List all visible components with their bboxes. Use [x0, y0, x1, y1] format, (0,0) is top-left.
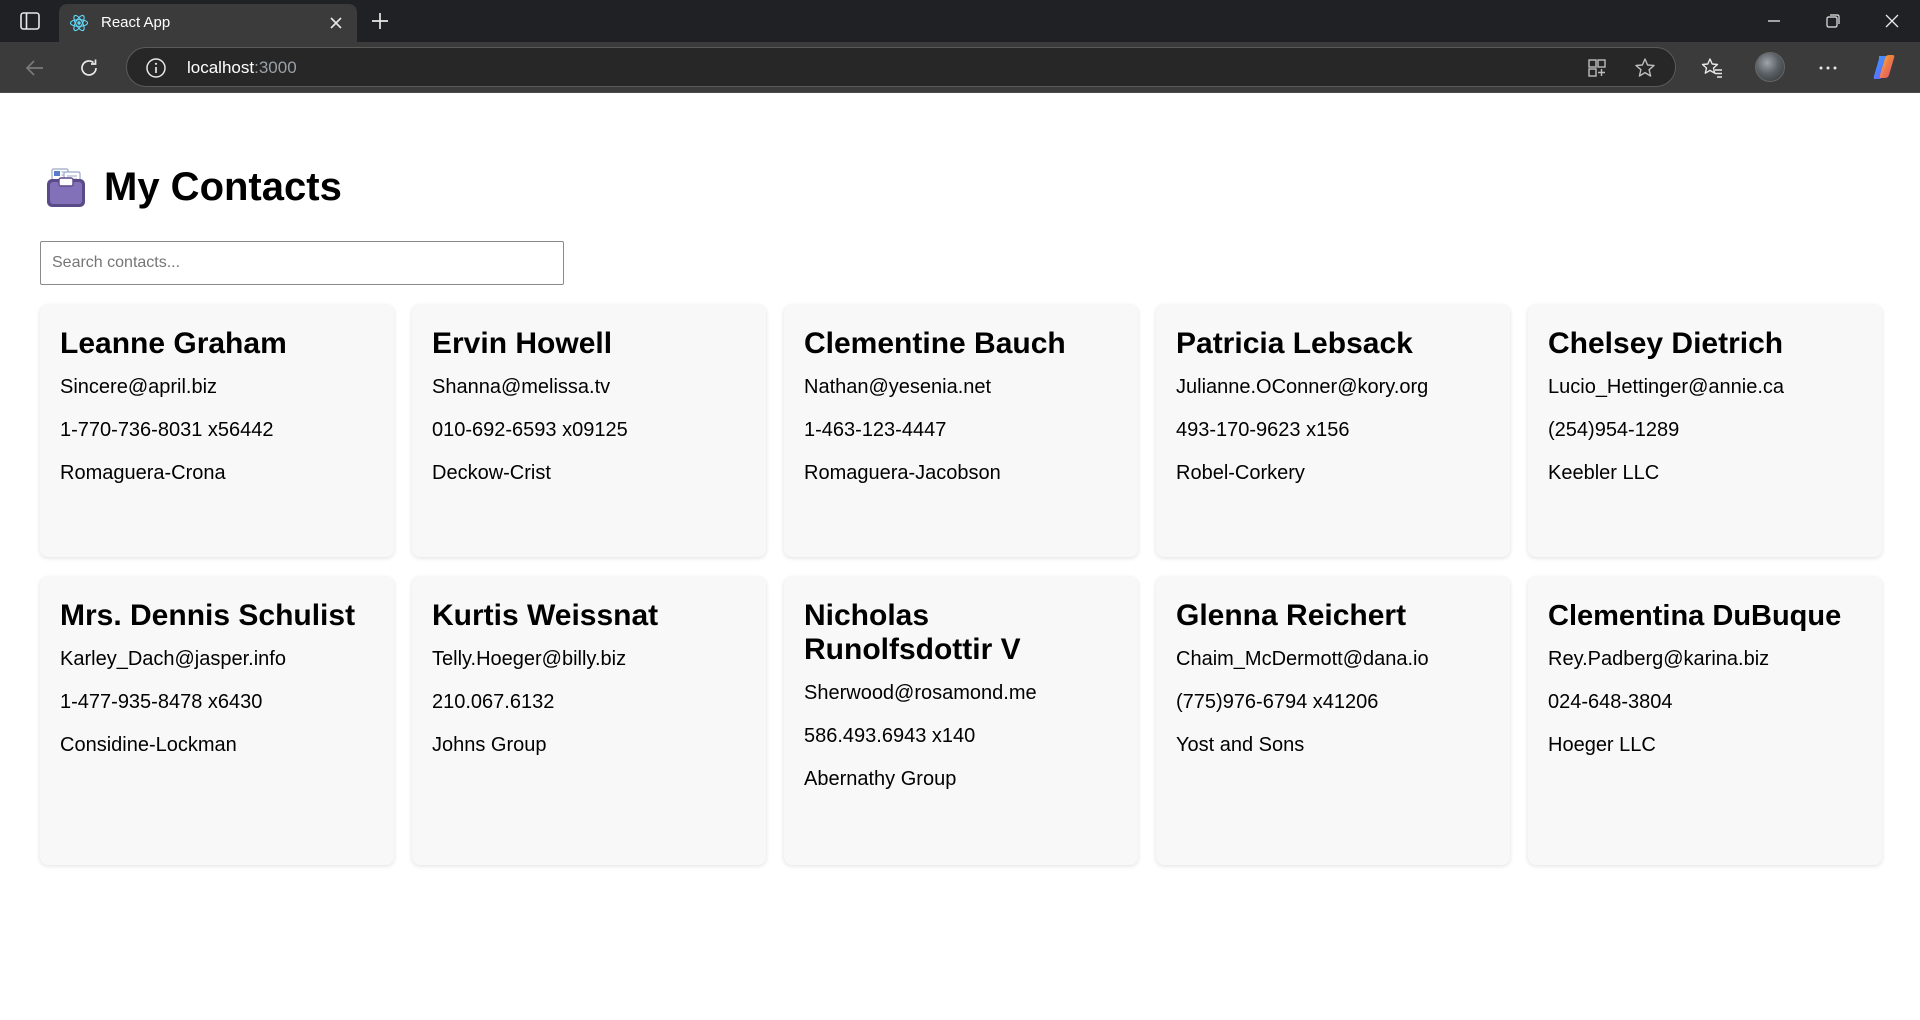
minimize-icon[interactable]	[1762, 9, 1786, 33]
contact-phone: (775)976-6794 x41206	[1176, 691, 1379, 713]
reload-icon[interactable]	[75, 54, 103, 82]
contact-email: Lucio_Hettinger@annie.ca	[1548, 376, 1785, 398]
contact-company: Abernathy Group	[804, 768, 957, 790]
favorite-star-icon[interactable]	[1633, 56, 1657, 80]
profile-avatar[interactable]	[1755, 52, 1785, 82]
contact-company: Johns Group	[432, 734, 547, 756]
contact-phone: 1-463-123-4447	[804, 419, 947, 441]
browser-tab-active[interactable]: React App	[59, 4, 357, 42]
contact-card: Mrs. Dennis Schulist Karley_Dach@jasper.…	[40, 577, 394, 865]
contact-card: Ervin Howell Shanna@melissa.tv 010-692-6…	[412, 305, 766, 557]
restore-icon[interactable]	[1821, 9, 1845, 33]
address-bar[interactable]: localhost:3000	[126, 47, 1676, 87]
contact-name: Chelsey Dietrich	[1548, 327, 1784, 360]
contact-email: Telly.Hoeger@billy.biz	[432, 648, 627, 670]
address-host: localhost	[187, 58, 255, 77]
contact-card: Chelsey Dietrich Lucio_Hettinger@annie.c…	[1528, 305, 1882, 557]
contact-email: Chaim_McDermott@dana.io	[1176, 648, 1429, 670]
contact-company: Keebler LLC	[1548, 462, 1660, 484]
contact-email: Sincere@april.biz	[60, 376, 218, 398]
contact-name: Glenna Reichert	[1176, 599, 1407, 632]
contact-phone: 1-477-935-8478 x6430	[60, 691, 263, 713]
new-tab-icon[interactable]	[368, 9, 392, 33]
contact-company: Hoeger LLC	[1548, 734, 1656, 756]
close-window-icon[interactable]	[1880, 9, 1904, 33]
contact-card: Glenna Reichert Chaim_McDermott@dana.io …	[1156, 577, 1510, 865]
contact-name: Ervin Howell	[432, 327, 613, 360]
contact-phone: 493-170-9623 x156	[1176, 419, 1350, 441]
contact-company: Romaguera-Crona	[60, 462, 226, 484]
favorites-icon[interactable]	[1698, 54, 1726, 82]
contact-phone: 1-770-736-8031 x56442	[60, 419, 274, 441]
copilot-icon[interactable]	[1870, 53, 1898, 81]
contacts-grid: Leanne Graham Sincere@april.biz 1-770-73…	[40, 305, 1882, 865]
react-logo-icon	[69, 14, 89, 32]
more-options-icon[interactable]	[1814, 54, 1842, 82]
contact-card: Clementine Bauch Nathan@yesenia.net 1-46…	[784, 305, 1138, 557]
back-arrow-icon[interactable]	[21, 54, 49, 82]
address-text[interactable]: localhost:3000	[187, 58, 297, 78]
contact-email: Sherwood@rosamond.me	[804, 682, 1037, 704]
contact-phone: 024-648-3804	[1548, 691, 1673, 713]
tab-title: React App	[101, 14, 171, 31]
close-tab-icon[interactable]	[327, 14, 345, 32]
contact-name: Kurtis Weissnat	[432, 599, 659, 632]
app-available-icon[interactable]	[1585, 56, 1609, 80]
contact-card: Leanne Graham Sincere@april.biz 1-770-73…	[40, 305, 394, 557]
contact-phone: (254)954-1289	[1548, 419, 1680, 441]
contact-email: Rey.Padberg@karina.biz	[1548, 648, 1770, 670]
contact-company: Robel-Corkery	[1176, 462, 1305, 484]
contact-company: Considine-Lockman	[60, 734, 237, 756]
contact-phone: 586.493.6943 x140	[804, 725, 976, 747]
contact-phone: 010-692-6593 x09125	[432, 419, 628, 441]
contact-name: Nicholas Runolfsdottir V	[804, 599, 1021, 666]
browser-titlebar: React App	[0, 0, 1920, 42]
card-index-icon	[47, 167, 85, 207]
search-input[interactable]	[40, 241, 564, 285]
contact-name: Mrs. Dennis Schulist	[60, 599, 356, 632]
browser-toolbar: localhost:3000	[0, 42, 1920, 93]
contact-name: Patricia Lebsack	[1176, 327, 1413, 360]
contact-email: Karley_Dach@jasper.info	[60, 648, 286, 670]
page-heading: My Contacts	[44, 165, 342, 210]
contact-card: Kurtis Weissnat Telly.Hoeger@billy.biz 2…	[412, 577, 766, 865]
contact-email: Shanna@melissa.tv	[432, 376, 611, 398]
contact-card: Patricia Lebsack Julianne.OConner@kory.o…	[1156, 305, 1510, 557]
contact-company: Yost and Sons	[1176, 734, 1305, 756]
contact-company: Romaguera-Jacobson	[804, 462, 1001, 484]
contact-card: Nicholas Runolfsdottir V Sherwood@rosamo…	[784, 577, 1138, 865]
page-content: My Contacts Leanne Graham Sincere@april.…	[0, 93, 1920, 1020]
contact-email: Nathan@yesenia.net	[804, 376, 992, 398]
page-title: My Contacts	[104, 165, 342, 209]
contact-name: Clementine Bauch	[804, 327, 1066, 360]
address-port: :3000	[254, 58, 297, 77]
contact-name: Leanne Graham	[60, 327, 287, 360]
contact-phone: 210.067.6132	[432, 691, 555, 713]
contact-card: Clementina DuBuque Rey.Padberg@karina.bi…	[1528, 577, 1882, 865]
contact-email: Julianne.OConner@kory.org	[1176, 376, 1429, 398]
tab-actions-icon[interactable]	[18, 10, 42, 32]
contact-company: Deckow-Crist	[432, 462, 551, 484]
site-info-icon[interactable]	[145, 57, 167, 79]
contact-name: Clementina DuBuque	[1548, 600, 1842, 632]
